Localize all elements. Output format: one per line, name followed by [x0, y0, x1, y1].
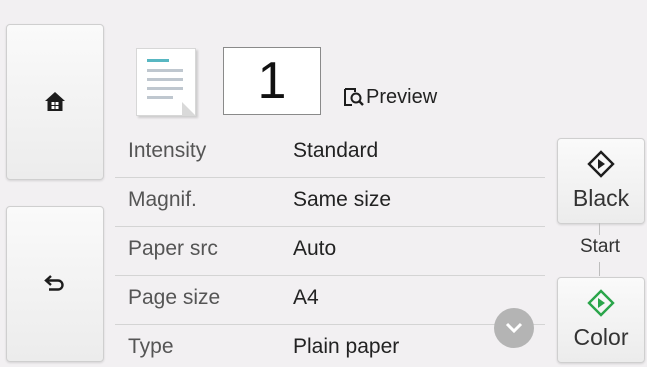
setting-label: Type [128, 335, 174, 358]
start-connector-bottom [599, 262, 600, 276]
black-label: Black [572, 185, 630, 211]
setting-label: Magnif. [128, 188, 197, 211]
start-diamond-icon [587, 150, 615, 178]
setting-row-paper-source[interactable]: Paper src Auto [115, 225, 545, 276]
start-diamond-icon [587, 289, 615, 317]
setting-value: A4 [293, 286, 319, 309]
setting-value: Standard [293, 139, 379, 162]
setting-row-page-size[interactable]: Page size A4 [115, 274, 545, 325]
setting-row-type[interactable]: Type Plain paper [115, 323, 545, 362]
setting-value: Same size [293, 188, 392, 211]
setting-row-magnification[interactable]: Magnif. Same size [115, 176, 545, 227]
setting-value: Auto [293, 237, 337, 260]
start-connector-top [599, 223, 600, 235]
scroll-down-button[interactable] [494, 308, 534, 348]
setting-row-intensity[interactable]: Intensity Standard [115, 127, 545, 178]
setting-value: Plain paper [293, 335, 400, 358]
setting-label: Paper src [128, 237, 218, 260]
setting-label: Intensity [128, 139, 207, 162]
black-start-button[interactable]: Black [557, 138, 645, 224]
color-start-button[interactable]: Color [557, 277, 645, 363]
color-label: Color [573, 324, 629, 350]
start-label: Start [579, 236, 621, 257]
chevron-down-icon [505, 322, 523, 334]
setting-label: Page size [128, 286, 221, 309]
